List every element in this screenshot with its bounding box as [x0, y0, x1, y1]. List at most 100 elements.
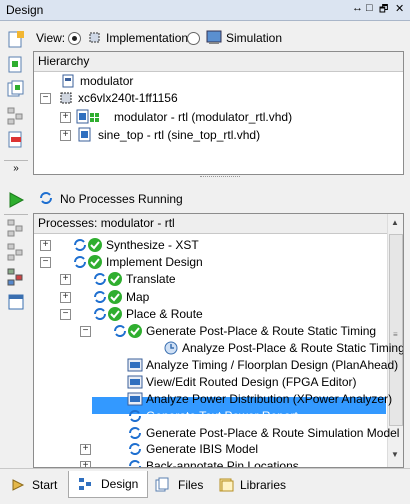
tab-design[interactable]: Design	[68, 471, 148, 498]
expand-icon[interactable]: +	[60, 274, 71, 285]
process-label: Map	[126, 290, 150, 304]
simulation-icon	[206, 30, 222, 45]
process-label: Analyze Timing / Floorplan Design (PlanA…	[146, 358, 399, 372]
implementation-radio[interactable]	[68, 32, 81, 45]
device-icon	[58, 90, 74, 106]
hierarchy-item[interactable]: + modulator - rtl (modulator_rtl.vhd)	[34, 108, 402, 126]
status-text: No Processes Running	[60, 192, 183, 206]
expand-icon[interactable]: +	[60, 112, 71, 123]
refresh-icon	[38, 190, 54, 206]
hierarchy-item[interactable]: modulator	[34, 72, 402, 90]
refresh-icon	[72, 237, 88, 253]
refresh-icon	[92, 289, 108, 305]
simulation-label[interactable]: Simulation	[226, 31, 282, 45]
process-label: Analyze Post-Place & Route Static Timing	[182, 341, 404, 355]
check-icon	[87, 254, 103, 270]
process-item[interactable]: + Map	[34, 288, 384, 306]
process-label: View/Edit Routed Design (FPGA Editor)	[146, 375, 357, 389]
chevron-down-icon[interactable]: »	[6, 163, 26, 177]
processes-panel: Processes: modulator - rtl ▲ ≡ ▼ + Synthe…	[33, 213, 404, 468]
collapse-icon[interactable]: −	[40, 257, 51, 268]
implementation-label[interactable]: Implementation	[106, 31, 188, 45]
start-icon	[10, 477, 26, 493]
process-label: Generate IBIS Model	[146, 442, 259, 456]
refresh-icon	[127, 441, 143, 457]
view-label: View:	[36, 31, 66, 45]
restore-button[interactable]: 🗗	[379, 2, 388, 19]
expand-icon[interactable]: +	[60, 130, 71, 141]
refresh-icon	[72, 254, 88, 270]
splitter-handle[interactable]	[200, 176, 240, 181]
check-icon	[107, 271, 123, 287]
process-item[interactable]: View/Edit Routed Design (FPGA Editor)	[34, 373, 384, 391]
refresh-icon	[127, 425, 143, 441]
process-item[interactable]: + Synthesize - XST	[34, 236, 384, 254]
refresh-icon	[112, 323, 128, 339]
process-item[interactable]: Analyze Power Distribution (XPower Analy…	[34, 390, 392, 408]
process-item[interactable]: − Generate Post-Place & Route Static Timi…	[34, 322, 384, 340]
refresh-icon	[127, 458, 143, 467]
add-copy-source-icon[interactable]	[6, 80, 26, 100]
check-icon	[87, 237, 103, 253]
process-item[interactable]: + Generate IBIS Model	[34, 440, 384, 458]
add-source-icon[interactable]	[6, 55, 26, 75]
expand-icon[interactable]: +	[60, 292, 71, 303]
process-item[interactable]: Generate Text Power Report	[34, 407, 384, 425]
run-icon[interactable]	[6, 190, 26, 210]
refresh-icon	[92, 271, 108, 287]
maximize-button[interactable]: □	[366, 2, 373, 14]
collapse-icon[interactable]: −	[60, 309, 71, 320]
refresh-icon	[127, 408, 143, 424]
hierarchy-item[interactable]: − xc6vlx240t-1ff1156	[34, 89, 402, 107]
expand-icon[interactable]: +	[80, 461, 91, 467]
panel-title-bar: Design ↔ □ 🗗 ✕	[0, 0, 410, 21]
hierarchy-item[interactable]: + sine_top - rtl (sine_top_rtl.vhd)	[34, 126, 402, 144]
files-icon	[154, 477, 170, 493]
process-label: Place & Route	[126, 307, 203, 321]
check-icon	[107, 289, 123, 305]
rerun-all-icon[interactable]	[6, 242, 26, 262]
new-source-icon[interactable]	[6, 30, 26, 50]
collapse-icon[interactable]: −	[40, 93, 51, 104]
tab-libraries[interactable]: Libraries	[214, 474, 294, 496]
view-report-icon[interactable]	[6, 267, 26, 287]
check-icon	[127, 323, 143, 339]
application-icon	[127, 391, 143, 407]
expand-icon[interactable]: +	[40, 240, 51, 251]
process-item[interactable]: − Place & Route	[34, 305, 384, 323]
expand-icon[interactable]: +	[80, 444, 91, 455]
process-label: Synthesize - XST	[106, 238, 199, 252]
tab-start[interactable]: Start	[8, 474, 66, 496]
process-label: Generate Text Power Report	[146, 409, 298, 423]
float-panel-button[interactable]: ↔	[352, 2, 363, 14]
design-summary-icon[interactable]	[6, 292, 26, 312]
process-item[interactable]: Analyze Timing / Floorplan Design (PlanA…	[34, 356, 398, 374]
collapse-icon[interactable]: −	[80, 326, 91, 337]
timing-clock-icon	[163, 340, 179, 356]
check-icon	[107, 306, 123, 322]
simulation-radio[interactable]	[187, 32, 200, 45]
view-bar: View: Implementation Simulation	[36, 29, 406, 49]
close-button[interactable]: ✕	[395, 2, 404, 15]
vhdl-module-icon	[76, 109, 102, 125]
processes-header: Processes: modulator - rtl	[34, 214, 387, 234]
process-item[interactable]: + Back-annotate Pin Locations	[34, 457, 384, 468]
source-properties-icon[interactable]	[6, 130, 26, 150]
hierarchy-icon[interactable]	[6, 106, 26, 126]
process-item[interactable]: − Implement Design	[34, 253, 384, 271]
process-item[interactable]: + Translate	[34, 270, 384, 288]
rerun-icon[interactable]	[6, 218, 26, 238]
bottom-tab-bar: Start Design Files Libraries	[0, 468, 410, 504]
hierarchy-panel: Hierarchy modulator − xc6vlx240t-1ff1156…	[33, 51, 404, 175]
application-icon	[127, 357, 143, 373]
process-label: Back-annotate Pin Locations	[146, 459, 299, 468]
vhdl-module-icon	[78, 127, 94, 143]
application-icon	[127, 374, 143, 390]
project-icon	[60, 73, 76, 89]
process-item[interactable]: Analyze Post-Place & Route Static Timing	[34, 339, 403, 357]
tab-files[interactable]: Files	[150, 474, 212, 496]
libraries-icon	[218, 477, 234, 493]
process-label: Analyze Power Distribution (XPower Analy…	[146, 392, 393, 406]
process-label: Translate	[126, 272, 176, 286]
chip-icon	[87, 30, 102, 45]
